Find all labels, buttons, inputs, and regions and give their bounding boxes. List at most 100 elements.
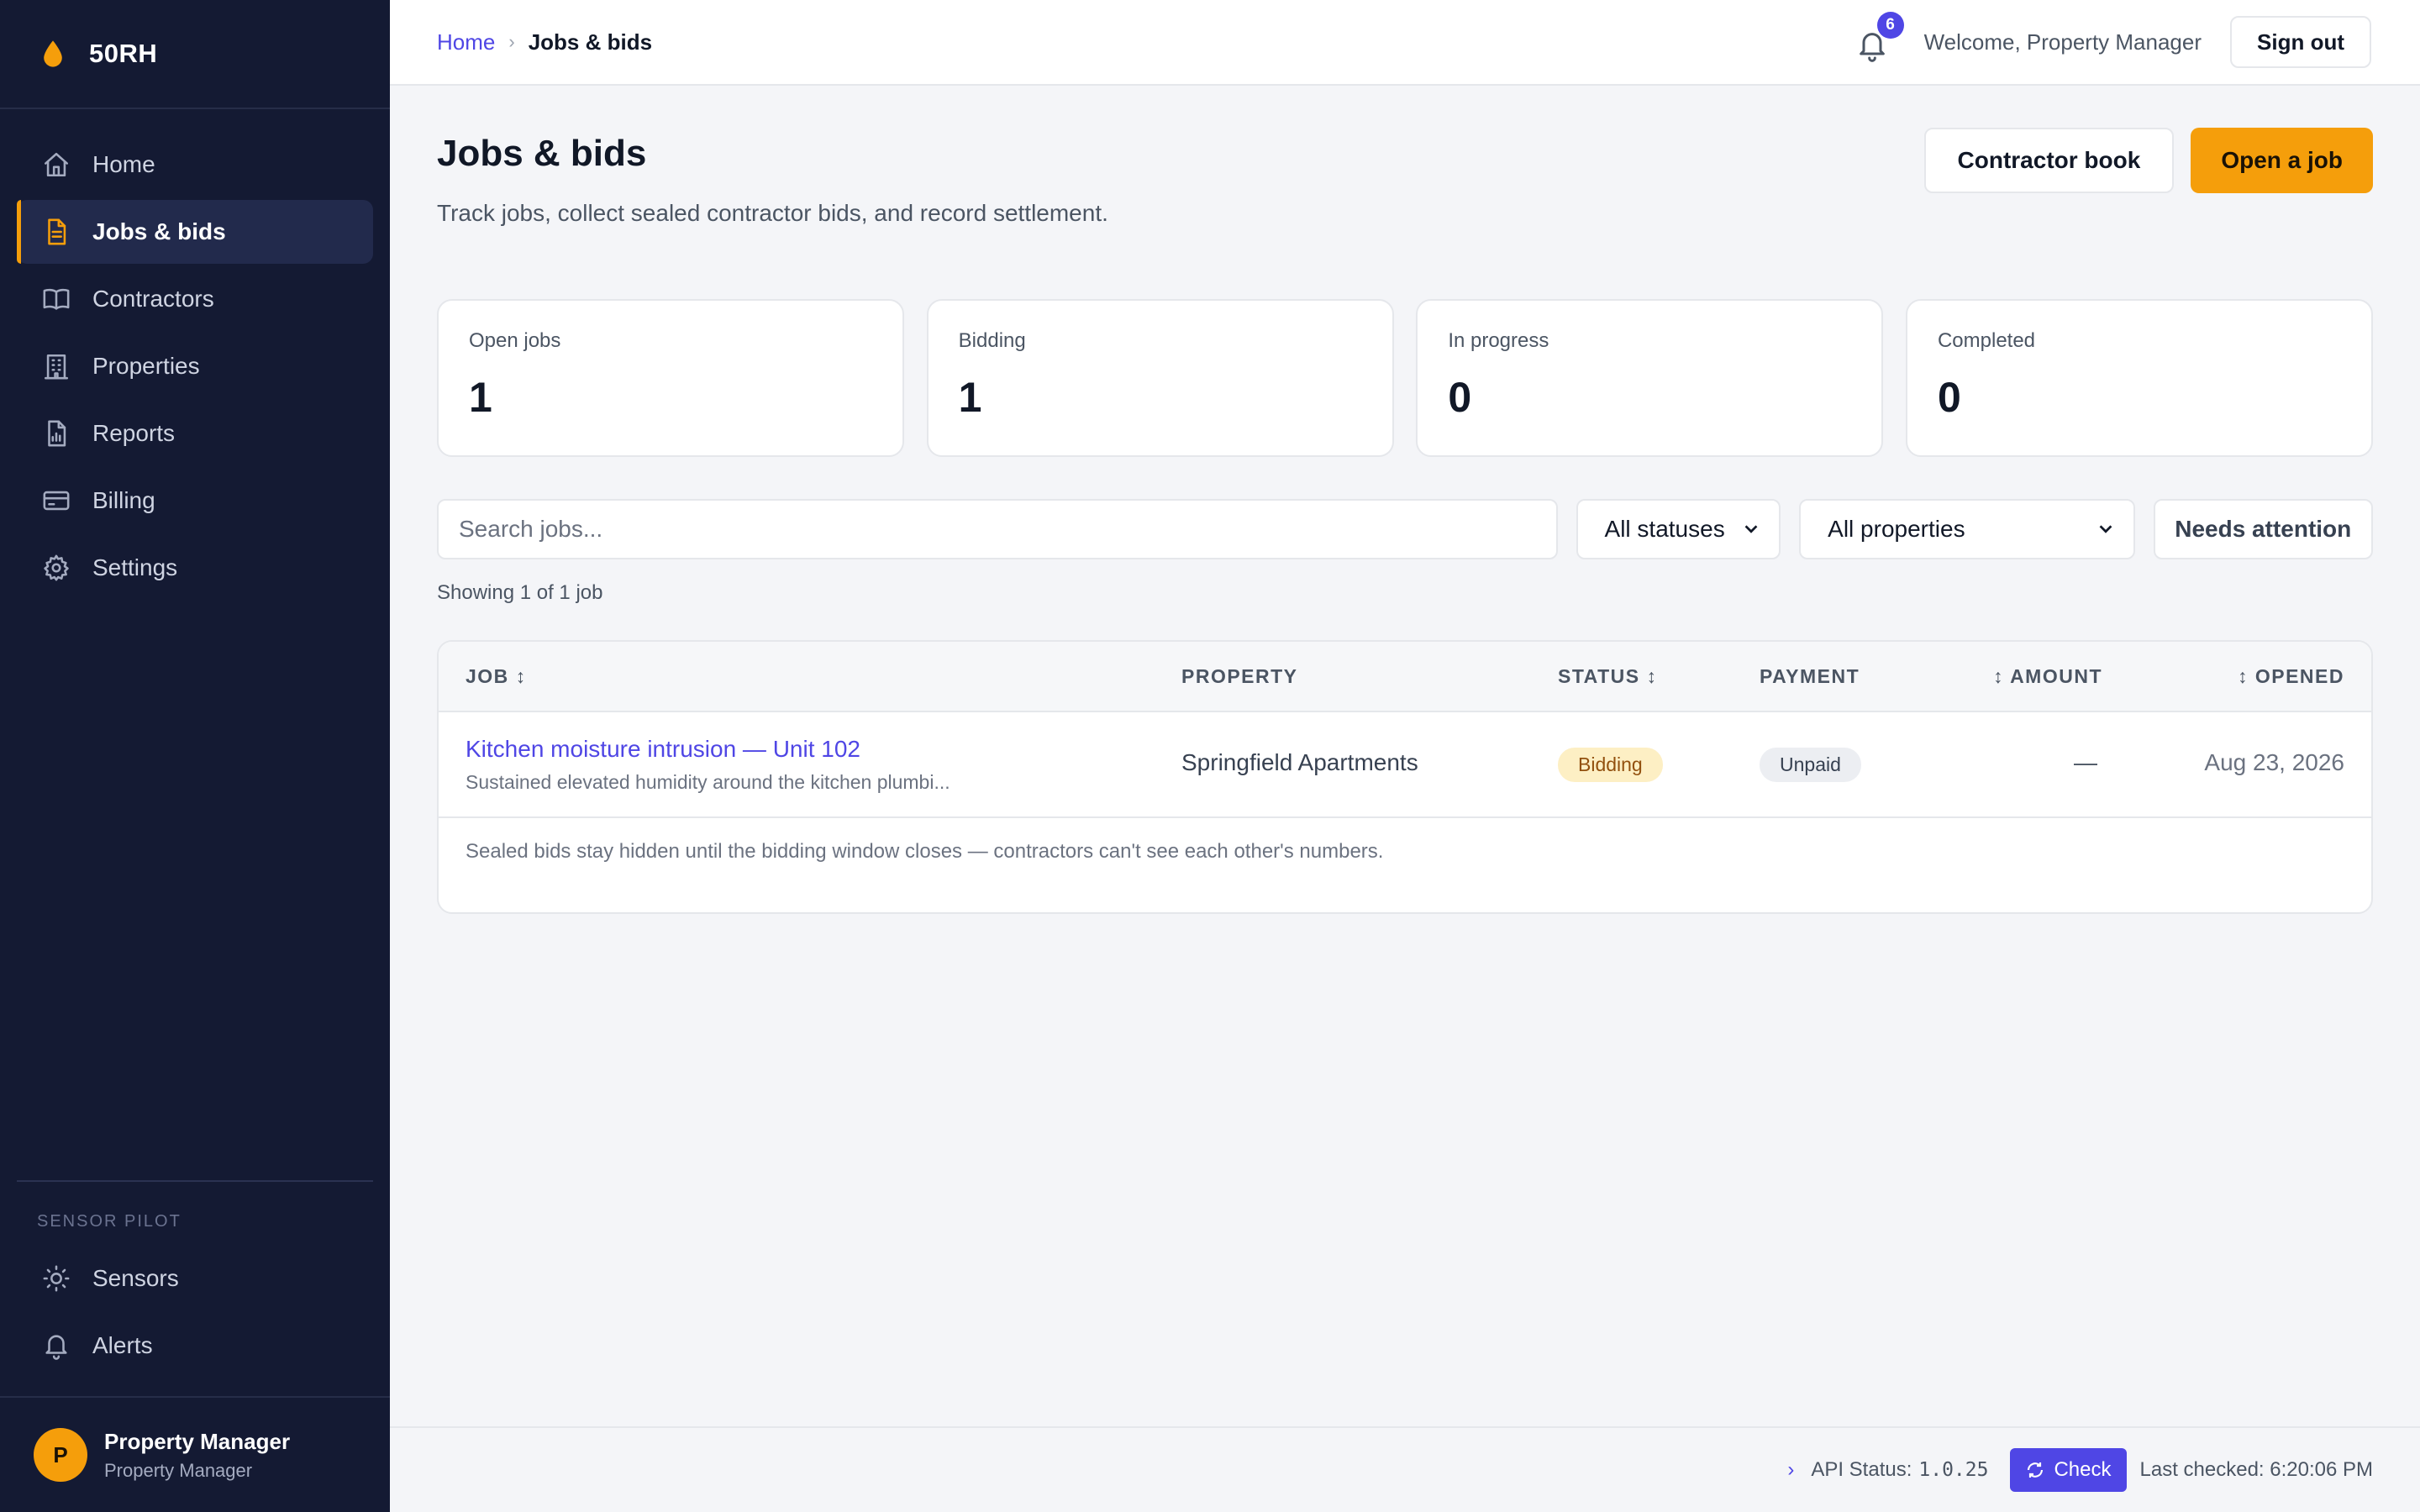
column-header-payment: PAYMENT (1760, 665, 1860, 687)
opened-cell: Aug 23, 2026 (2204, 749, 2344, 775)
user-role: Property Manager (104, 1459, 253, 1481)
property-filter-value: All properties (1828, 516, 1965, 542)
job-description: Sustained elevated humidity around the k… (466, 771, 950, 793)
breadcrumb-current: Jobs & bids (528, 29, 653, 55)
open-job-button[interactable]: Open a job (2191, 128, 2373, 193)
column-header-property: PROPERTY (1181, 665, 1298, 687)
sidebar-item-sensors[interactable]: Sensors (17, 1247, 373, 1310)
welcome-text: Welcome, Property Manager (1923, 29, 2202, 55)
notifications-button[interactable]: 6 (1855, 12, 1904, 62)
filter-bar: All statuses All properties Needs attent… (437, 499, 2373, 559)
notification-count-badge: 6 (1876, 12, 1904, 39)
breadcrumb: Home › Jobs & bids (437, 29, 652, 55)
droplet-logo-icon (44, 40, 62, 67)
api-status-label: API Status: (1811, 1458, 1912, 1481)
breadcrumb-home-link[interactable]: Home (437, 29, 495, 55)
results-count: Showing 1 of 1 job (437, 581, 603, 604)
column-header-status[interactable]: STATUS ↕ (1558, 665, 1657, 688)
sidebar-item-billing[interactable]: Billing (17, 469, 373, 533)
job-title-link[interactable]: Kitchen moisture intrusion — Unit 102 (466, 736, 950, 763)
api-version: 1.0.25 (1918, 1459, 1989, 1481)
chevron-right-icon[interactable]: › (1787, 1458, 1794, 1482)
property-filter-select[interactable]: All properties (1799, 499, 2135, 559)
user-profile[interactable]: P Property Manager Property Manager (0, 1396, 390, 1512)
stat-value: 0 (1937, 374, 1961, 421)
sidebar-item-label: Contractors (92, 286, 214, 312)
stat-label: Completed (1937, 329, 2036, 352)
last-checked-text: Last checked: 6:20:06 PM (2139, 1458, 2374, 1481)
sidebar-item-label: Jobs & bids (92, 218, 226, 244)
sun-icon (43, 1265, 70, 1292)
page-subtitle: Track jobs, collect sealed contractor bi… (437, 200, 1108, 226)
check-button-label: Check (2054, 1458, 2112, 1481)
table-row[interactable]: Kitchen moisture intrusion — Unit 102 Su… (439, 712, 2371, 818)
amount-cell: — (2074, 749, 2097, 775)
stat-card-open-jobs: Open jobs 1 (437, 299, 904, 457)
status-badge: Bidding (1558, 748, 1663, 782)
home-icon (44, 152, 69, 177)
report-icon (48, 420, 66, 447)
sidebar-item-label: Reports (92, 420, 176, 446)
sidebar-item-properties[interactable]: Properties (17, 334, 373, 398)
credit-card-icon (43, 491, 70, 511)
stat-label: Open jobs (469, 329, 561, 352)
section-label: SENSOR PILOT (37, 1212, 182, 1231)
column-header-amount[interactable]: ↕ AMOUNT (1993, 665, 2102, 688)
sidebar-item-contractors[interactable]: Contractors (17, 267, 373, 331)
user-name: Property Manager (104, 1428, 291, 1454)
column-header-job[interactable]: JOB ↕ (466, 665, 527, 688)
stats-row: Open jobs 1 Bidding 1 In progress 0 Comp… (437, 299, 2373, 457)
property-cell: Springfield Apartments (1181, 749, 1418, 775)
sidebar-item-home[interactable]: Home (17, 133, 373, 197)
sidebar-item-label: Settings (92, 554, 178, 580)
status-filter-select[interactable]: All statuses (1576, 499, 1781, 559)
column-header-opened[interactable]: ↕ OPENED (2238, 665, 2344, 688)
stat-value: 1 (958, 374, 982, 421)
sidebar-nav: Home Jobs & bids Contractors Properties … (0, 109, 390, 600)
stat-card-in-progress: In progress 0 (1416, 299, 1884, 457)
building-icon (44, 354, 69, 380)
page-title: Jobs & bids (437, 133, 647, 174)
status-filter-value: All statuses (1604, 516, 1725, 542)
document-icon (48, 218, 66, 245)
book-icon (43, 288, 70, 310)
stat-card-bidding: Bidding 1 (926, 299, 1394, 457)
sidebar-item-label: Home (92, 151, 155, 177)
search-input[interactable] (437, 499, 1558, 559)
status-cell: Bidding (1558, 748, 1663, 782)
sidebar-item-reports[interactable]: Reports (17, 402, 373, 465)
sidebar-item-label: Properties (92, 353, 200, 379)
api-status-bar: › API Status: 1.0.25 Check Last checked:… (390, 1426, 2420, 1512)
sensor-pilot-section: SENSOR PILOT Sensors Alerts (17, 1180, 373, 1381)
sidebar-item-jobs-bids[interactable]: Jobs & bids (17, 200, 373, 264)
sidebar-item-alerts[interactable]: Alerts (17, 1314, 373, 1378)
sidebar-item-label: Alerts (92, 1332, 153, 1358)
refresh-icon (2028, 1462, 2044, 1478)
chevron-down-icon (2099, 525, 2112, 533)
table-footnote: Sealed bids stay hidden until the biddin… (466, 840, 1384, 863)
chevron-down-icon (1744, 525, 1758, 533)
header-actions: Contractor book Open a job (1923, 128, 2373, 193)
brand-name: 50RH (89, 39, 158, 68)
contractor-book-button[interactable]: Contractor book (1923, 128, 2175, 193)
brand[interactable]: 50RH (0, 0, 390, 109)
jobs-table: JOB ↕ PROPERTY STATUS ↕ PAYMENT ↕ AMOUNT… (437, 640, 2373, 914)
table-header: JOB ↕ PROPERTY STATUS ↕ PAYMENT ↕ AMOUNT… (439, 642, 2371, 712)
stat-label: Bidding (958, 329, 1026, 352)
stat-value: 0 (1448, 374, 1472, 421)
sidebar-item-label: Sensors (92, 1265, 179, 1291)
sidebar: 50RH Home Jobs & bids Contractors Proper… (0, 0, 390, 1512)
sidebar-item-label: Billing (92, 487, 155, 513)
needs-attention-button[interactable]: Needs attention (2153, 499, 2373, 559)
sidebar-item-settings[interactable]: Settings (17, 536, 373, 600)
stat-value: 1 (469, 374, 492, 421)
sign-out-button[interactable]: Sign out (2230, 16, 2371, 68)
check-status-button[interactable]: Check (2010, 1448, 2127, 1492)
bell-icon (45, 1335, 67, 1360)
main-content: Jobs & bids Track jobs, collect sealed c… (437, 86, 2373, 914)
breadcrumb-separator: › (508, 31, 515, 52)
topbar: Home › Jobs & bids 6 Welcome, Property M… (390, 0, 2420, 86)
page-header: Jobs & bids Track jobs, collect sealed c… (437, 86, 2373, 299)
payment-badge: Unpaid (1760, 748, 1861, 782)
stat-label: In progress (1448, 329, 1549, 352)
